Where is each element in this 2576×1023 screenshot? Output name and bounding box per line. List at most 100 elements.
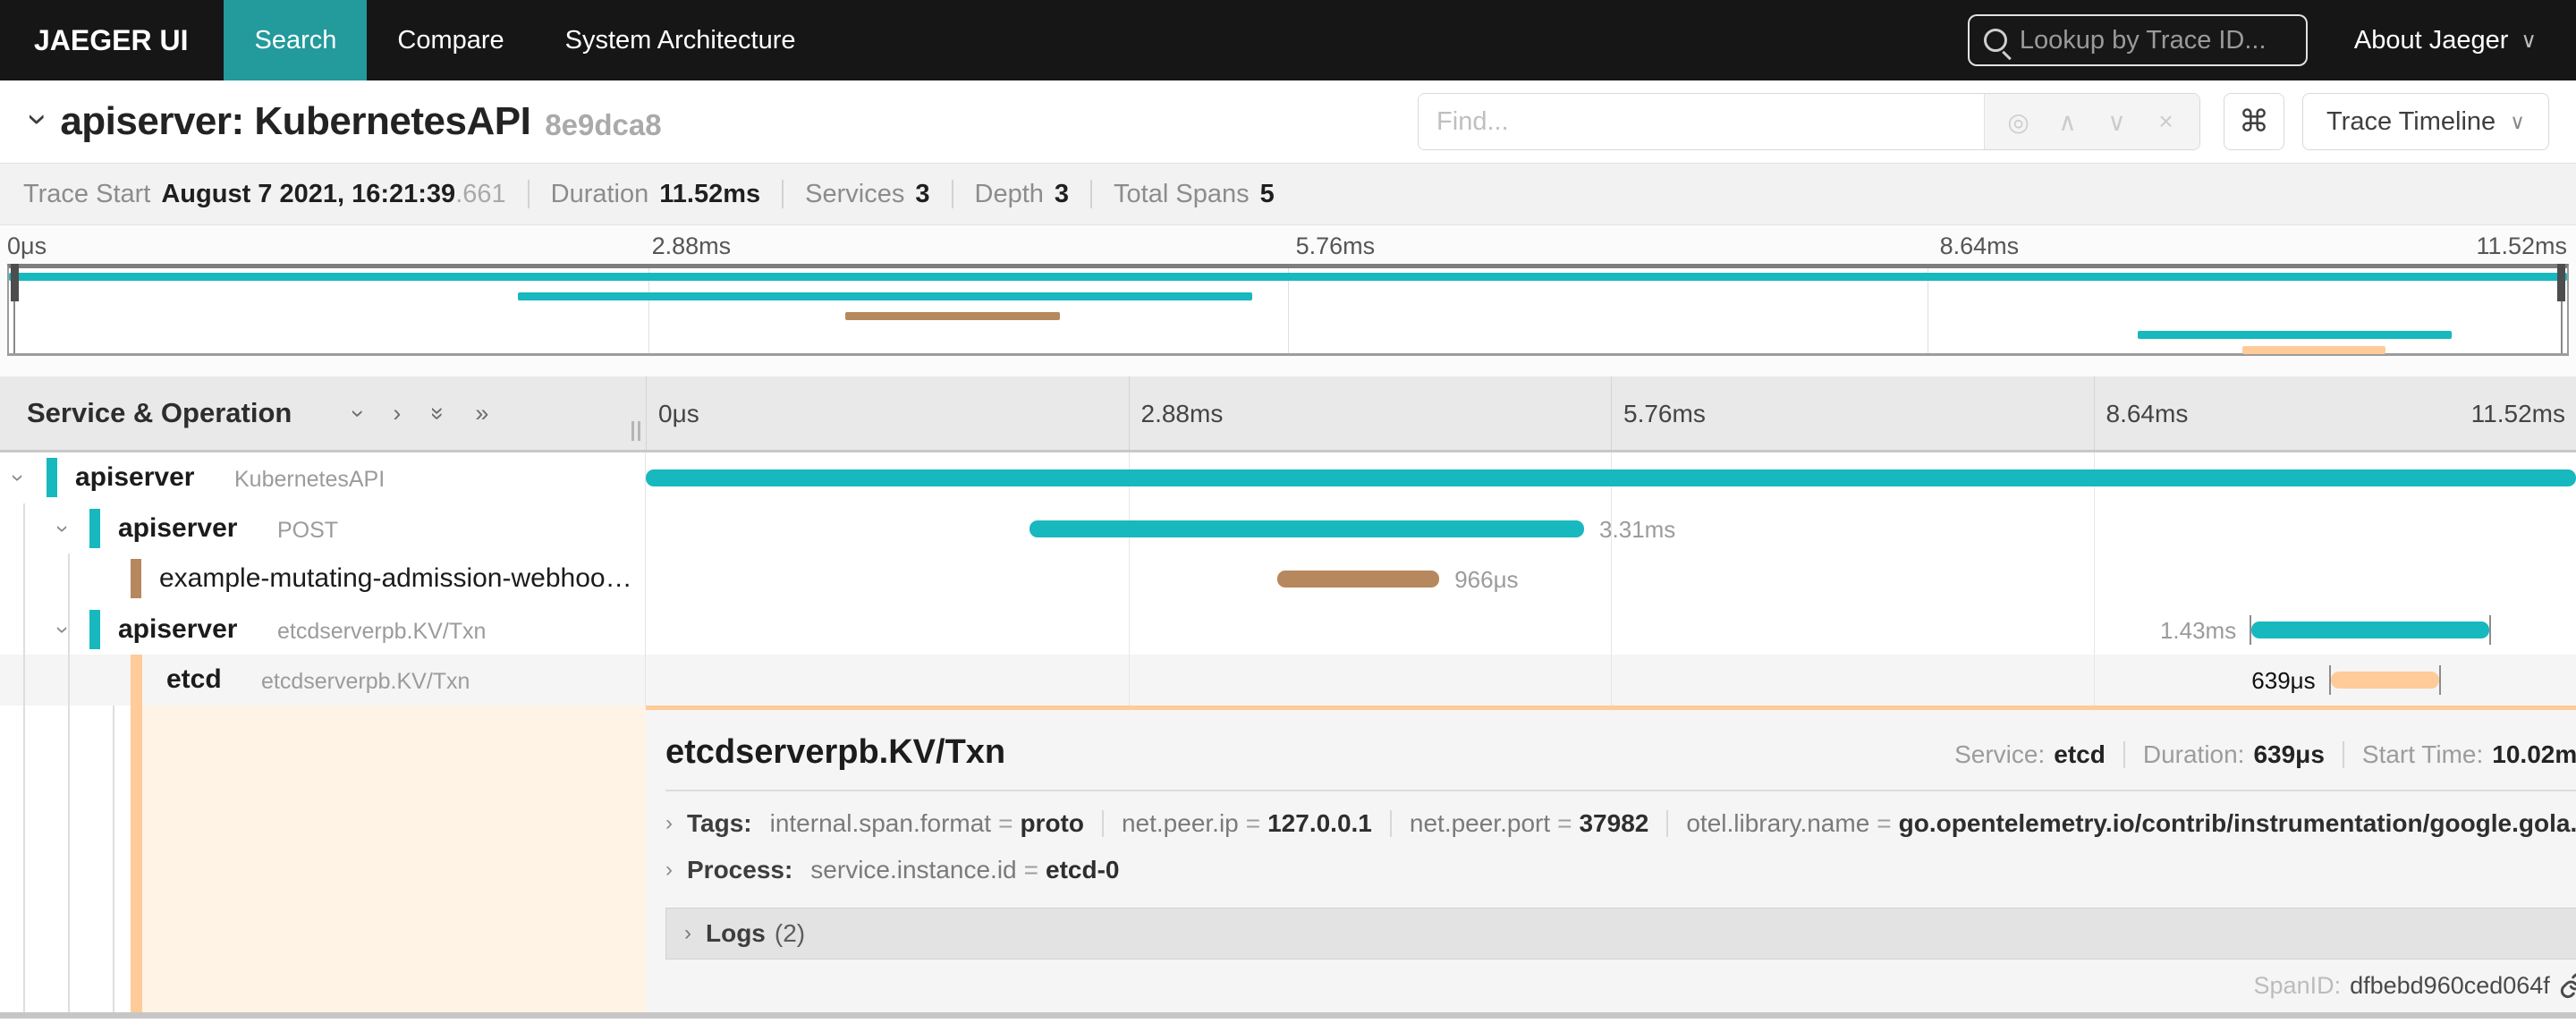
span-bar[interactable] <box>1030 520 1584 537</box>
stat-label: Services <box>805 179 905 208</box>
span-row-apiserver-etcd-txn[interactable]: › apiserver etcdserverpb.KV/Txn 1.43ms <box>0 604 2576 655</box>
operation-name: etcdserverpb.KV/Txn <box>277 618 487 644</box>
minimap-span <box>518 292 1252 300</box>
app-brand: JAEGER UI <box>34 23 189 56</box>
expand-one-icon[interactable]: › <box>393 400 401 427</box>
gridline <box>1128 376 1130 450</box>
minimap-span <box>2241 346 2385 354</box>
gridline <box>1611 655 1612 706</box>
ruler-tick: 5.76ms <box>1623 400 1706 427</box>
span-duration-label: 966μs <box>1454 566 1519 594</box>
find-next-button[interactable]: ∨ <box>2092 107 2141 137</box>
gridline <box>1288 268 1289 353</box>
chevron-down-icon: ∨ <box>2510 109 2525 133</box>
trace-view-selector-label: Trace Timeline <box>2326 106 2496 136</box>
ruler-tick: 2.88ms <box>651 232 732 259</box>
collapse-children-icon[interactable]: › <box>4 474 32 482</box>
span-row-apiserver-kubernetesapi[interactable]: › apiserver KubernetesAPI <box>0 452 2576 503</box>
minimap-right-scrubber[interactable] <box>2557 264 2565 301</box>
tree-guide-line <box>68 706 70 1012</box>
collapse-all-icon[interactable]: » <box>424 406 452 419</box>
service-value: etcd <box>2054 740 2106 768</box>
service-color-bar <box>89 609 100 649</box>
tag-value: go.opentelemetry.io/contrib/instrumentat… <box>1898 809 2576 837</box>
duration-value: 639μs <box>2253 740 2325 768</box>
span-bar[interactable] <box>2250 614 2492 645</box>
span-row-etcd-txn-selected[interactable]: etcd etcdserverpb.KV/Txn 639μs <box>0 655 2576 706</box>
trace-id-lookup-input[interactable] <box>2019 25 2292 55</box>
gridline <box>1128 554 1130 604</box>
ruler-tick: 2.88ms <box>1140 400 1224 427</box>
find-combo: ◎ ∧ ∨ × <box>1418 93 2201 150</box>
service-name: apiserver <box>118 512 238 543</box>
ruler-tick: 8.64ms <box>1939 232 2020 259</box>
nav-tab-search[interactable]: Search <box>224 0 368 80</box>
gridline <box>646 376 647 450</box>
gridline <box>2093 655 2095 706</box>
copy-link-icon[interactable] <box>2559 971 2576 1000</box>
ruler-tick: 5.76ms <box>1295 232 1376 259</box>
tags-label: Tags: <box>687 809 752 837</box>
trace-title: apiserver: KubernetesAPI <box>60 99 531 143</box>
ruler-tick: 8.64ms <box>2106 400 2189 427</box>
span-row-apiserver-post[interactable]: › apiserver POST 3.31ms <box>0 503 2576 554</box>
nav-tab-system-architecture[interactable]: System Architecture <box>535 0 826 80</box>
collapse-children-icon[interactable]: › <box>49 626 77 634</box>
keyboard-shortcuts-button[interactable]: ⌘ <box>2224 93 2285 150</box>
gridline <box>2093 554 2095 604</box>
nav-tab-compare[interactable]: Compare <box>367 0 534 80</box>
trace-id-lookup[interactable] <box>1967 14 2308 66</box>
spanid-label: SpanID: <box>2253 971 2342 999</box>
trace-minimap[interactable] <box>0 264 2576 358</box>
tags-row[interactable]: › Tags: internal.span.format = proto net… <box>665 809 2576 838</box>
gridline <box>1611 376 1612 450</box>
find-prev-button[interactable]: ∧ <box>2043 107 2092 137</box>
about-jaeger-menu[interactable]: About Jaeger ∨ <box>2354 26 2537 55</box>
tag-key: net.peer.port <box>1409 809 1551 837</box>
stat-value: 11.52ms <box>659 179 761 208</box>
collapse-one-icon[interactable]: › <box>344 410 372 418</box>
tag-value: proto <box>1020 809 1084 837</box>
tag-value: 127.0.0.1 <box>1267 809 1372 837</box>
span-bar[interactable] <box>1276 571 1439 588</box>
logs-expander[interactable]: › Logs (2) <box>665 908 2576 960</box>
service-operation-header: Service & Operation › › » » <box>0 376 646 450</box>
stat-label: Total Spans <box>1114 179 1250 208</box>
collapse-children-icon[interactable]: › <box>49 525 77 533</box>
timeline-ruler: 0μs 2.88ms 5.76ms 8.64ms 11.52ms <box>646 376 2576 450</box>
tree-guide-line <box>23 604 25 655</box>
minimap-canvas[interactable] <box>7 264 2569 356</box>
chevron-right-icon: › <box>665 811 673 835</box>
find-clear-button[interactable]: × <box>2141 107 2190 136</box>
command-icon: ⌘ <box>2239 105 2270 139</box>
minimap-span <box>845 312 1061 320</box>
ruler-tick: 0μs <box>7 232 47 259</box>
tree-guide-line <box>68 554 70 604</box>
service-name: etcd <box>166 664 222 695</box>
chevron-right-icon: › <box>665 858 673 882</box>
focus-span-button[interactable]: ◎ <box>1994 107 2043 137</box>
minimap-left-scrubber[interactable] <box>11 264 19 301</box>
span-duration-label: 1.43ms <box>2159 616 2237 644</box>
span-bar[interactable] <box>2328 665 2441 696</box>
span-bar[interactable] <box>646 469 2576 486</box>
expand-all-icon[interactable]: » <box>475 400 488 427</box>
tree-guide-line <box>23 554 25 604</box>
stat-label: Depth <box>974 179 1044 208</box>
stat-trace-start: Trace Start August 7 2021, 16:21:39 .661 <box>23 180 506 209</box>
find-input[interactable] <box>1419 94 1985 149</box>
process-row[interactable]: › Process: service.instance.id = etcd-0 <box>665 856 2576 884</box>
trace-id-short: 8e9dca8 <box>545 108 662 141</box>
span-row-webhook[interactable]: example-mutating-admission-webhook... 96… <box>0 554 2576 604</box>
column-resize-grip[interactable] <box>631 421 640 441</box>
collapse-trace-chevron-icon[interactable]: › <box>18 113 58 124</box>
service-label: Service: <box>1954 740 2046 768</box>
process-value: etcd-0 <box>1046 856 1120 884</box>
search-icon <box>1983 29 2007 52</box>
trace-view-selector[interactable]: Trace Timeline ∨ <box>2302 93 2549 150</box>
gridline <box>2093 376 2095 450</box>
ruler-tick: 11.52ms <box>2476 232 2567 259</box>
horizontal-scrollbar[interactable] <box>0 1012 2576 1019</box>
gridline <box>1128 655 1130 706</box>
divider <box>951 180 953 208</box>
